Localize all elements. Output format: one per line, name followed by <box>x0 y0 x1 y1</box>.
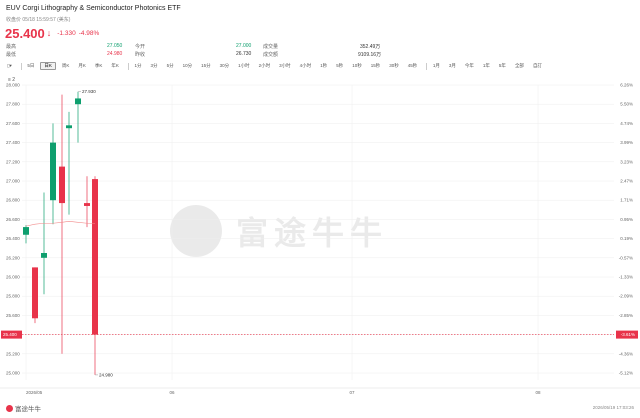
pct-tick-label: -5.12% <box>619 371 633 376</box>
y-tick-label: 26.200 <box>6 255 20 260</box>
pct-tick-label: -2.85% <box>619 313 633 318</box>
candlestick-chart[interactable]: 28.000 6.26% 27.800 5.50% 27.600 4.74% 27.400 3… <box>0 0 640 418</box>
last-price-badge-label: 25.400 <box>3 332 17 337</box>
y-tick-label: 27.400 <box>6 140 20 145</box>
pct-tick-label: -4.36% <box>619 351 633 356</box>
candle-body[interactable] <box>32 267 38 319</box>
y-tick-label: 25.600 <box>6 313 20 318</box>
y-tick-label: 25.800 <box>6 294 20 299</box>
candle-body[interactable] <box>66 125 72 129</box>
pct-tick-label: 5.50% <box>620 102 633 107</box>
footer-logo: 富途牛牛 <box>6 403 41 413</box>
y-tick-label: 27.600 <box>6 121 20 126</box>
y-tick-label: 25.200 <box>6 351 20 356</box>
x-tick-label: 08 <box>535 390 541 395</box>
last-pct-badge-label: -3.61% <box>621 332 635 337</box>
x-tick-label: 2026/05 <box>26 390 43 395</box>
pct-tick-label: 4.74% <box>620 121 633 126</box>
low-annotation-label: 24.980 <box>99 372 113 377</box>
futu-logo-icon <box>6 404 13 412</box>
pct-tick-label: 0.19% <box>620 236 633 241</box>
pct-tick-label: 6.26% <box>620 83 633 88</box>
y-tick-label: 28.000 <box>6 83 20 88</box>
y-tick-label: 25.000 <box>6 371 20 376</box>
pct-tick-label: 3.23% <box>620 159 633 164</box>
x-tick-label: 07 <box>349 390 355 395</box>
y-tick-label: 26.600 <box>6 217 20 222</box>
moving-average-line <box>25 221 95 227</box>
pct-tick-label: -2.09% <box>619 294 633 299</box>
pct-tick-label: 1.71% <box>620 198 633 203</box>
candle-body[interactable] <box>23 227 29 235</box>
high-annotation-label: 27.930 <box>82 89 96 94</box>
candle-body[interactable] <box>50 142 56 201</box>
pct-tick-label: 3.99% <box>620 140 633 145</box>
y-tick-label: 26.000 <box>6 275 20 280</box>
pct-tick-label: -0.57% <box>619 255 633 260</box>
candle-body[interactable] <box>84 203 90 206</box>
candle-body[interactable] <box>75 98 81 105</box>
pct-tick-label: 0.95% <box>620 217 633 222</box>
y-tick-label: 27.200 <box>6 159 20 164</box>
y-tick-label: 26.800 <box>6 198 20 203</box>
candle-body[interactable] <box>59 166 65 204</box>
footer-brand: 富途牛牛 <box>15 406 41 413</box>
y-tick-label: 27.000 <box>6 179 20 184</box>
x-tick-label: 06 <box>169 390 175 395</box>
candle-body[interactable] <box>92 179 98 335</box>
candle-body[interactable] <box>41 253 47 258</box>
pct-tick-label: -1.33% <box>619 275 633 280</box>
y-tick-label: 27.800 <box>6 102 20 107</box>
footer-timestamp: 2026/05/19 17:03:26 <box>592 405 634 410</box>
y-tick-label: 26.400 <box>6 236 20 241</box>
pct-tick-label: 2.47% <box>620 179 633 184</box>
